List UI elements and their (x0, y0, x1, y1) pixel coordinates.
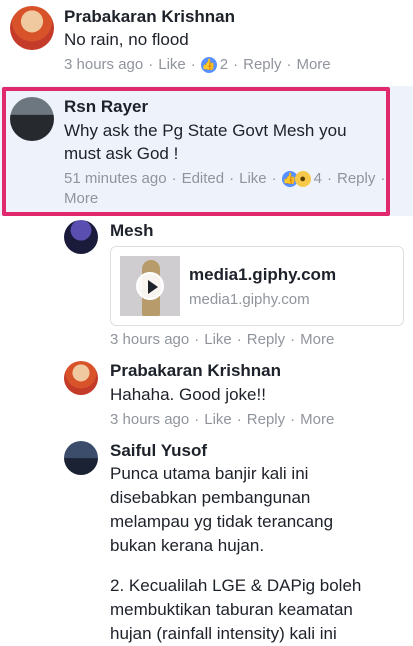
avatar[interactable] (10, 6, 54, 50)
more-link[interactable]: More (300, 330, 334, 350)
reply-link[interactable]: Reply (247, 330, 285, 350)
comment-text: No rain, no flood (64, 30, 189, 49)
reply-link[interactable]: Reply (247, 410, 285, 430)
link-title[interactable]: media1.giphy.com (189, 265, 336, 285)
highlight-frame (2, 87, 390, 216)
more-link[interactable]: More (296, 55, 330, 75)
commenter-name[interactable]: Mesh (110, 221, 153, 241)
comment-text: Punca utama banjir kali ini disebabkan p… (110, 464, 334, 555)
comment-time[interactable]: 3 hours ago (110, 330, 189, 350)
reaction-count[interactable]: 2 (220, 55, 228, 75)
avatar[interactable] (64, 220, 98, 254)
link-preview-card[interactable]: media1.giphy.com media1.giphy.com (110, 246, 404, 326)
commenter-name[interactable]: Prabakaran Krishnan (110, 361, 281, 381)
play-icon[interactable] (136, 272, 164, 300)
comment-meta: 3 hours ago · Like · Reply · More (110, 410, 335, 430)
avatar[interactable] (64, 441, 98, 475)
comment-time[interactable]: 3 hours ago (64, 55, 143, 75)
comment-meta: 3 hours ago · Like · Reply · More (110, 330, 335, 350)
thumbs-up-icon[interactable]: 👍 (200, 57, 217, 74)
link-domain: media1.giphy.com (189, 291, 310, 308)
comment-time[interactable]: 3 hours ago (110, 410, 189, 430)
avatar[interactable] (64, 361, 98, 395)
gif-thumbnail[interactable] (120, 256, 180, 316)
comment-meta: 3 hours ago · Like · 👍 2 · Reply · More (64, 55, 331, 75)
comment-text: Hahaha. Good joke!! (110, 385, 266, 404)
like-link[interactable]: Like (204, 330, 232, 350)
comment-text-continued: 2. Kecualilah LGE & DAPig boleh membukti… (110, 576, 362, 643)
reply-link[interactable]: Reply (243, 55, 281, 75)
commenter-name[interactable]: Prabakaran Krishnan (64, 7, 235, 27)
more-link[interactable]: More (300, 410, 334, 430)
like-link[interactable]: Like (204, 410, 232, 430)
commenter-name[interactable]: Saiful Yusof (110, 441, 207, 461)
like-link[interactable]: Like (158, 55, 186, 75)
